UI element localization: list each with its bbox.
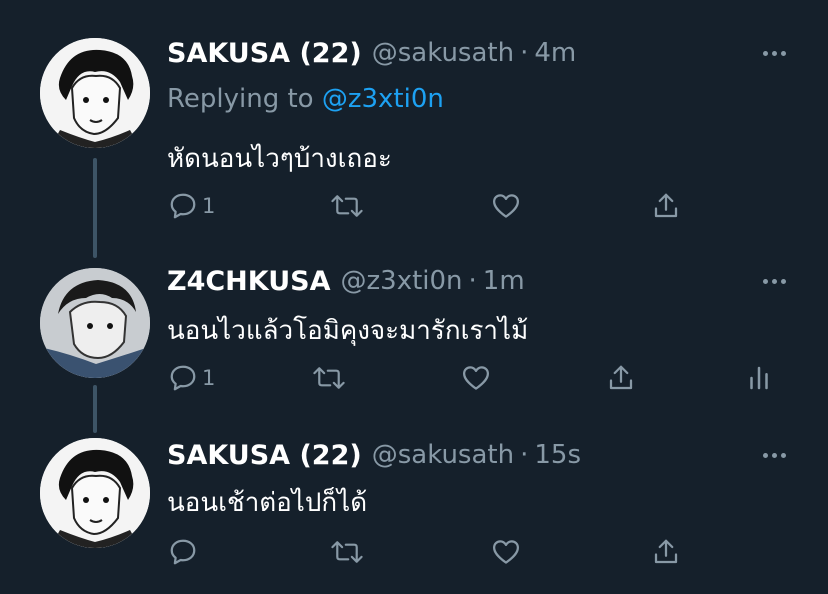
retweet-icon <box>331 195 363 217</box>
reply-button[interactable]: 1 <box>168 186 215 226</box>
retweet-button[interactable] <box>330 532 364 572</box>
retweet-button[interactable] <box>312 358 346 398</box>
separator: · <box>520 38 529 68</box>
share-button[interactable] <box>606 358 636 398</box>
replying-to-label: Replying to <box>167 84 314 114</box>
retweet-icon <box>313 367 345 389</box>
like-button[interactable] <box>491 186 521 226</box>
reply-count: 1 <box>202 366 216 390</box>
tweet[interactable]: Z4CHKUSA @z3xti0n · 1m นอนไวแล้วโอมิคุงจ… <box>0 240 828 420</box>
handle[interactable]: @z3xti0n <box>341 266 463 296</box>
more-icon <box>762 278 768 284</box>
more-icon-dot <box>771 50 777 56</box>
analytics-button[interactable] <box>746 358 772 398</box>
share-icon <box>609 365 633 390</box>
tweet[interactable]: SAKUSA (22) @sakusath · 4m Replying to @… <box>0 0 828 240</box>
retweet-button[interactable] <box>330 186 364 226</box>
analytics-icon <box>750 366 768 390</box>
like-button[interactable] <box>491 532 521 572</box>
more-icon <box>762 452 768 458</box>
more-icon <box>762 50 768 56</box>
tweet-text: หัดนอนไวๆบ้างเถอะ <box>167 144 392 174</box>
replying-to-handle[interactable]: @z3xti0n <box>322 84 444 114</box>
more-icon-dot <box>771 278 777 284</box>
sakusa-avatar-icon <box>40 38 150 148</box>
reply-button[interactable] <box>168 532 202 572</box>
display-name[interactable]: Z4CHKUSA <box>167 266 331 297</box>
replying-to: Replying to @z3xti0n <box>167 84 444 114</box>
retweet-icon <box>331 541 363 563</box>
more-icon-dot <box>771 452 777 458</box>
share-button[interactable] <box>651 532 681 572</box>
reply-icon <box>170 539 196 565</box>
like-icon <box>493 540 519 564</box>
more-button[interactable] <box>754 440 794 470</box>
more-button[interactable] <box>754 266 794 296</box>
like-icon <box>463 366 489 390</box>
tweet-header: Z4CHKUSA @z3xti0n · 1m <box>167 264 525 298</box>
reply-icon <box>170 365 196 391</box>
handle[interactable]: @sakusath <box>372 440 514 470</box>
more-button[interactable] <box>754 38 794 68</box>
timestamp[interactable]: 4m <box>534 38 576 68</box>
tweet-header: SAKUSA (22) @sakusath · 15s <box>167 438 581 472</box>
reply-icon <box>170 193 196 219</box>
tweet-header: SAKUSA (22) @sakusath · 4m <box>167 36 576 70</box>
more-icon-dot <box>780 50 786 56</box>
tweet[interactable]: SAKUSA (22) @sakusath · 15s นอนเช้าต่อไป… <box>0 420 828 594</box>
more-icon-dot <box>780 452 786 458</box>
display-name[interactable]: SAKUSA (22) <box>167 440 362 471</box>
share-icon <box>654 539 678 564</box>
share-button[interactable] <box>651 186 681 226</box>
timestamp[interactable]: 1m <box>483 266 525 296</box>
tweet-text: นอนไวแล้วโอมิคุงจะมารักเราไม้ <box>167 316 529 346</box>
handle[interactable]: @sakusath <box>372 38 514 68</box>
separator: · <box>468 266 477 296</box>
like-button[interactable] <box>461 358 491 398</box>
action-bar: 1 <box>0 358 828 398</box>
reply-button[interactable]: 1 <box>168 358 215 398</box>
timestamp[interactable]: 15s <box>534 440 581 470</box>
action-bar <box>0 532 828 572</box>
like-icon <box>493 194 519 218</box>
reply-count: 1 <box>202 194 216 218</box>
avatar[interactable] <box>40 38 150 148</box>
action-bar: 1 <box>0 186 828 226</box>
separator: · <box>520 440 529 470</box>
display-name[interactable]: SAKUSA (22) <box>167 38 362 69</box>
tweet-text: นอนเช้าต่อไปก็ได้ <box>167 488 368 518</box>
share-icon <box>654 193 678 218</box>
more-icon-dot <box>780 278 786 284</box>
